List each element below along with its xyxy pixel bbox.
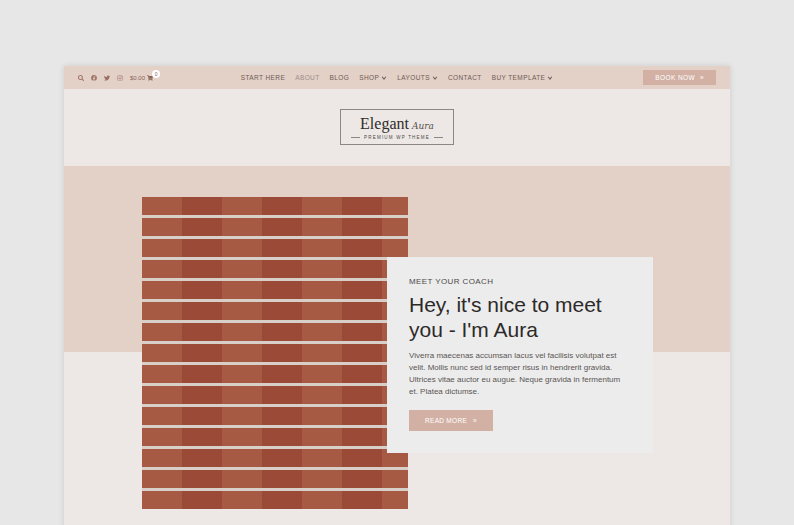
nav-item[interactable]: ABOUT [295, 74, 319, 81]
main-nav: START HERE ABOUT BLOG SHOP LAYOUTS CONTACT BUY… [241, 74, 554, 81]
instagram-icon[interactable] [117, 75, 123, 81]
caret-down-icon [381, 75, 387, 81]
twitter-icon[interactable] [104, 75, 110, 81]
cart-count-badge: 0 [152, 70, 160, 78]
cart[interactable]: $0.000 [130, 75, 153, 81]
intro-card: MEET YOUR COACH Hey, it's nice to meet yo… [387, 257, 653, 453]
top-bar-tools: $0.000 [78, 75, 241, 81]
caret-down-icon [432, 75, 438, 81]
eyebrow: MEET YOUR COACH [409, 277, 493, 286]
nav-item[interactable]: LAYOUTS [397, 74, 438, 81]
read-more-button[interactable]: READ MORE» [409, 410, 493, 431]
logo-title: ElegantAura [360, 115, 434, 133]
caret-down-icon [547, 75, 553, 81]
cart-total: $0.00 [130, 75, 145, 81]
facebook-icon[interactable] [91, 75, 97, 81]
coach-photo [142, 197, 408, 509]
hero-title: Hey, it's nice to meet you - I'm Aura [409, 292, 631, 342]
logo-tagline: PREMIUM WP THEME [351, 135, 443, 140]
top-bar: $0.000START HEREABOUTBLOGSHOPLAYOUTSCONT… [64, 66, 730, 89]
chevrons-icon: » [700, 74, 704, 81]
top-bar-actions: BOOK NOW» [553, 70, 716, 85]
hero-section: MEET YOUR COACH Hey, it's nice to meet yo… [64, 166, 730, 525]
nav-item[interactable]: BUY TEMPLATE [492, 74, 554, 81]
site-window: $0.000START HEREABOUTBLOGSHOPLAYOUTSCONT… [64, 66, 730, 525]
logo[interactable]: ElegantAura PREMIUM WP THEME [340, 109, 454, 145]
chevrons-icon: » [473, 417, 477, 424]
search-icon[interactable] [78, 75, 84, 81]
hero-body: Viverra maecenas accumsan lacus vel faci… [409, 350, 631, 398]
logo-area: ElegantAura PREMIUM WP THEME [64, 89, 730, 166]
nav-item[interactable]: CONTACT [448, 74, 482, 81]
nav-item[interactable]: SHOP [359, 74, 387, 81]
logo-word: Elegant [360, 115, 409, 133]
book-now-button[interactable]: BOOK NOW» [643, 70, 716, 85]
nav-item[interactable]: START HERE [241, 74, 285, 81]
nav-item[interactable]: BLOG [330, 74, 350, 81]
logo-script: Aura [412, 121, 434, 131]
